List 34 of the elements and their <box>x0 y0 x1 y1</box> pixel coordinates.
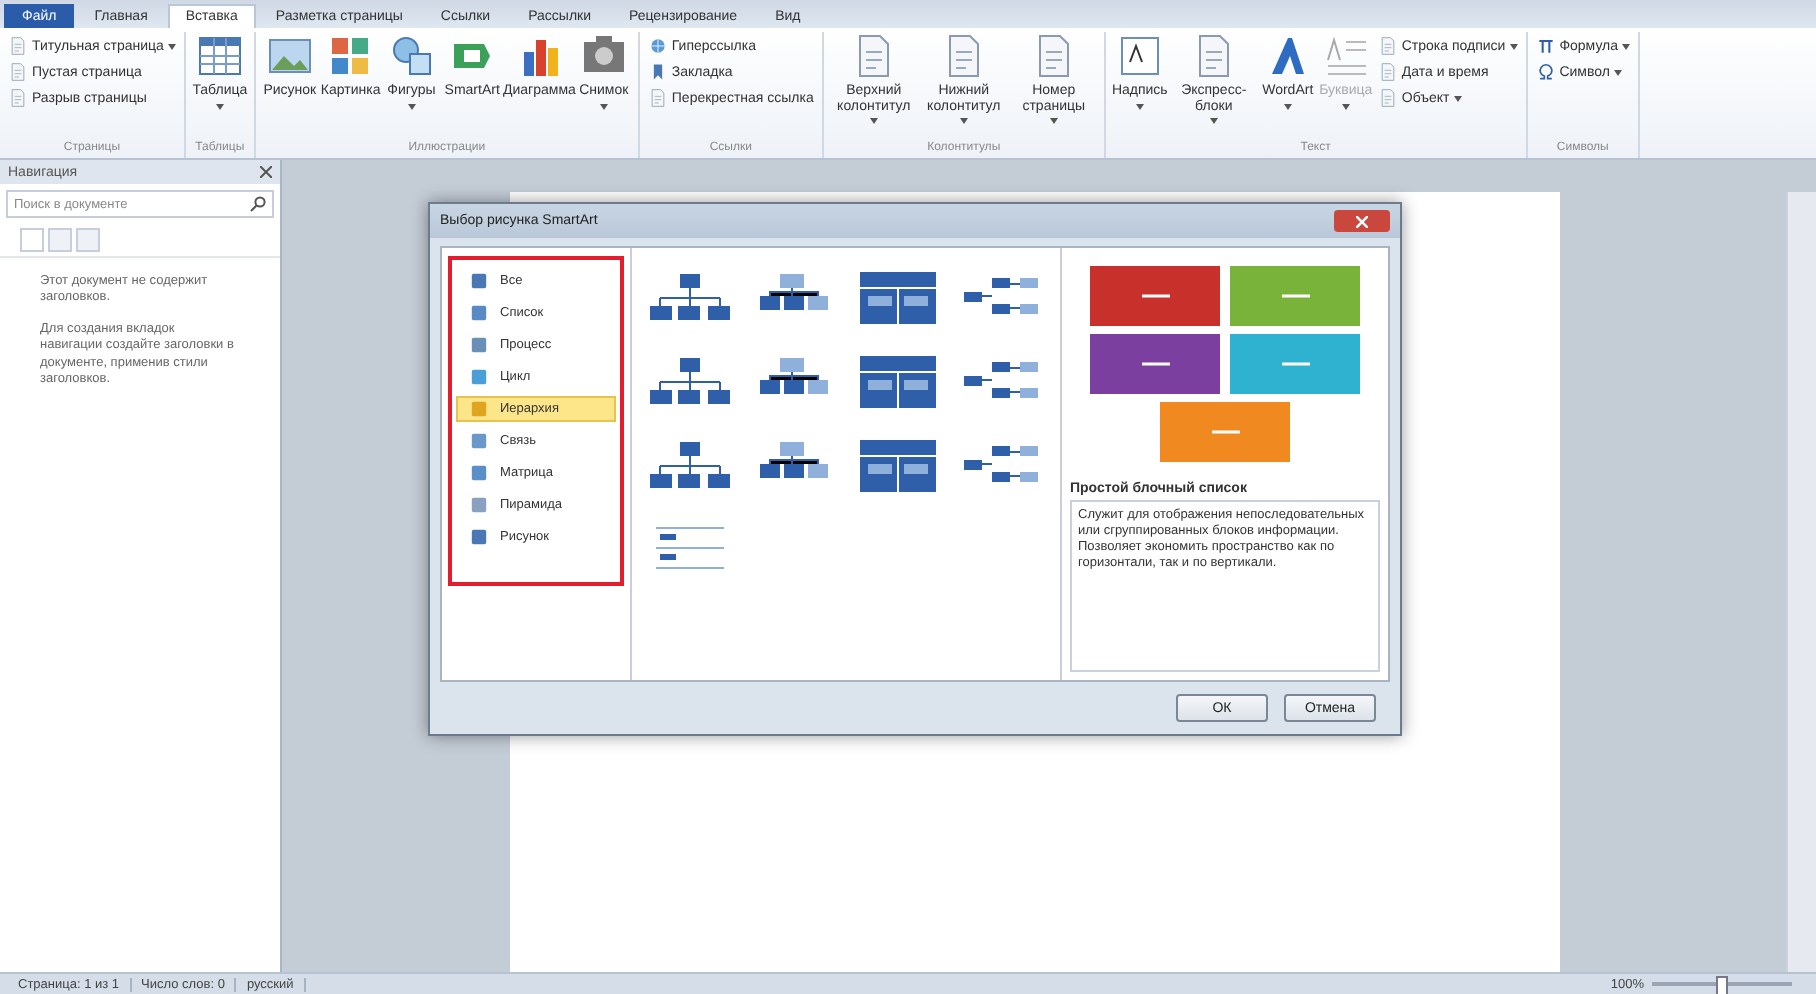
layout-thumbnail[interactable] <box>856 268 940 328</box>
layout-thumbnail[interactable] <box>856 352 940 412</box>
close-icon[interactable] <box>260 166 272 178</box>
search-icon <box>250 196 266 212</box>
caret-icon <box>407 103 416 110</box>
letter-a-icon <box>1321 32 1370 80</box>
caret-icon <box>1453 95 1462 101</box>
page-icon <box>8 36 28 56</box>
caret-icon <box>1135 103 1144 110</box>
caret-icon <box>1283 103 1292 110</box>
omega-icon <box>1535 62 1556 82</box>
caret-icon <box>869 118 878 125</box>
caret-icon <box>167 43 176 49</box>
caret-icon <box>1622 43 1631 49</box>
caret-icon <box>215 103 224 110</box>
scrollbar[interactable] <box>1786 192 1816 972</box>
caret-icon <box>1341 103 1350 110</box>
caret-icon <box>1209 118 1218 125</box>
caret-icon <box>599 103 608 110</box>
caret-icon <box>1613 69 1622 75</box>
text-box-icon <box>1115 32 1164 80</box>
caret-icon <box>1509 43 1518 49</box>
close-button[interactable] <box>1334 210 1390 232</box>
globe-icon <box>647 36 668 56</box>
zoom-thumb[interactable] <box>1716 976 1728 994</box>
layout-thumbnail[interactable] <box>856 436 940 496</box>
caret-icon <box>959 118 968 125</box>
thumbnails-tab[interactable] <box>48 228 72 252</box>
shapes-icon <box>387 32 436 80</box>
page-icon <box>8 62 28 82</box>
pi-icon <box>1535 36 1556 56</box>
caret-icon <box>1049 118 1058 125</box>
close-icon <box>1356 215 1368 227</box>
table-icon <box>195 32 244 80</box>
